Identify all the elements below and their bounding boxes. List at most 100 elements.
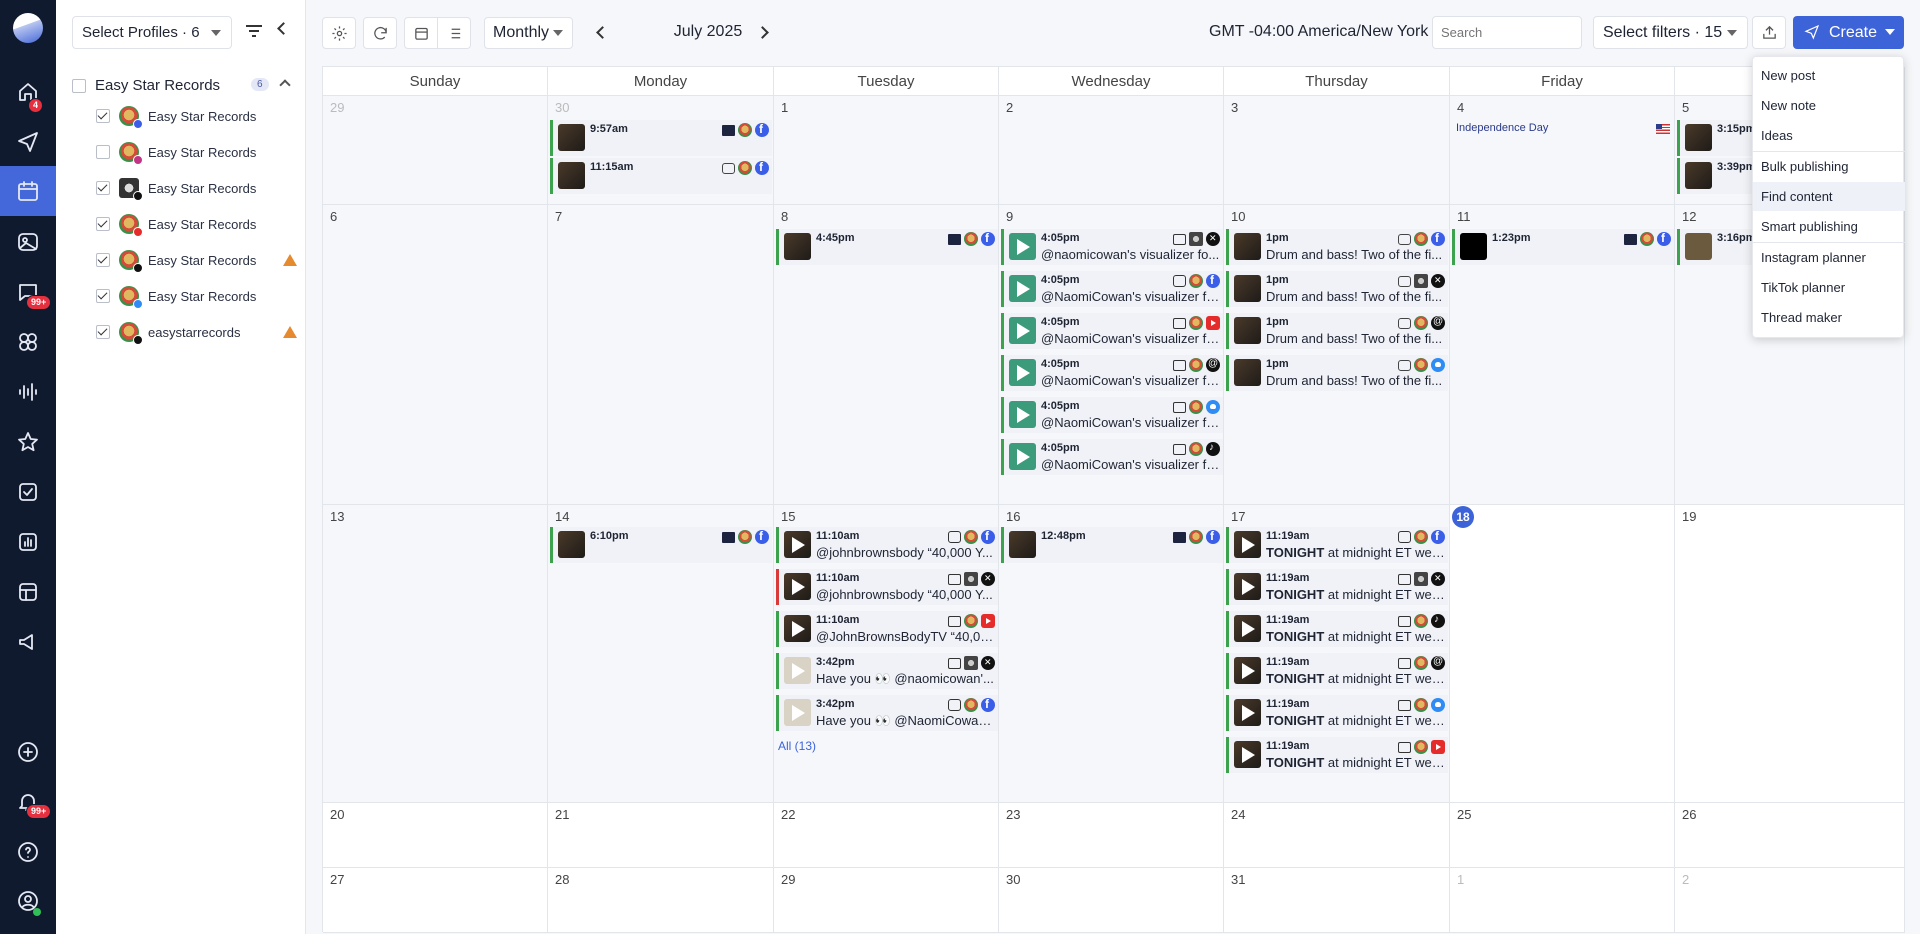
profile-row[interactable]: easystarrecords [56, 314, 306, 350]
calendar-view-button[interactable] [404, 17, 438, 49]
create-button[interactable]: Create [1793, 16, 1904, 49]
calendar-day-cell[interactable]: 28 [548, 868, 774, 933]
filters-dropdown[interactable]: Select filters · 15 [1593, 16, 1748, 49]
post-card[interactable]: 4:05pm @NaomiCowan's visualizer fo... [1001, 313, 1223, 349]
calendar-day-cell[interactable]: 29 [323, 96, 548, 205]
post-card[interactable]: 4:05pm @NaomiCowan's visualizer fo... [1001, 439, 1223, 475]
post-card[interactable]: 11:15am [550, 158, 772, 194]
menu-new-note[interactable]: New note [1753, 91, 1905, 120]
calendar-day-cell[interactable]: 1 [774, 96, 999, 205]
post-card[interactable]: 11:19am TONIGHT at midnight ET we re... [1226, 737, 1448, 773]
post-card[interactable]: 1pm Drum and bass! Two of the fi... [1226, 355, 1448, 391]
timezone-label[interactable]: GMT -04:00 America/New York [1209, 23, 1428, 41]
calendar-day-cell[interactable]: 16 12:48pm [999, 505, 1224, 803]
calendar-day-cell[interactable]: 1 [1450, 868, 1675, 933]
nav-notifications[interactable]: 99+ [0, 778, 56, 826]
export-button[interactable] [1752, 16, 1786, 49]
search-input[interactable] [1432, 16, 1582, 49]
filter-lines-icon[interactable] [246, 23, 264, 39]
calendar-day-cell[interactable]: 8 4:45pm [774, 205, 999, 505]
nav-inbox[interactable]: 99+ [0, 268, 56, 316]
profile-checkbox[interactable] [96, 289, 110, 303]
menu-smart-publishing[interactable]: Smart publishing [1753, 212, 1905, 241]
nav-add[interactable] [0, 728, 56, 776]
nav-layout[interactable] [0, 568, 56, 616]
calendar-day-cell[interactable]: 25 [1450, 803, 1675, 868]
menu-thread-maker[interactable]: Thread maker [1753, 303, 1905, 332]
post-card[interactable]: 11:19am TONIGHT at midnight ET we re... [1226, 611, 1448, 647]
calendar-day-cell[interactable]: 31 [1224, 868, 1450, 933]
calendar-day-cell[interactable]: 3 [1224, 96, 1450, 205]
nav-analytics[interactable] [0, 518, 56, 566]
post-card[interactable]: 4:05pm @NaomiCowan's visualizer fo... [1001, 397, 1223, 433]
post-card[interactable]: 4:05pm @NaomiCowan's visualizer fo... [1001, 271, 1223, 307]
calendar-day-cell[interactable]: 13 [323, 505, 548, 803]
post-card[interactable]: 1:23pm [1452, 229, 1674, 265]
refresh-button[interactable] [363, 17, 397, 49]
post-card[interactable]: 11:19am TONIGHT at midnight ET we re... [1226, 695, 1448, 731]
collapse-sidebar-icon[interactable] [277, 22, 290, 35]
post-card[interactable]: 11:10am @johnbrownsbody “40,000 Y... [776, 569, 998, 605]
post-card[interactable]: 4:05pm @NaomiCowan's visualizer fo... [1001, 355, 1223, 391]
nav-integrations[interactable] [0, 318, 56, 366]
previous-month-icon[interactable] [596, 26, 609, 39]
calendar-day-cell[interactable]: 4 Independence Day [1450, 96, 1675, 205]
nav-ads[interactable] [0, 618, 56, 666]
nav-listening[interactable] [0, 368, 56, 416]
show-all-posts-link[interactable]: All (13) [778, 739, 816, 753]
group-checkbox[interactable] [72, 79, 86, 93]
calendar-day-cell[interactable]: 10 1pm Drum and bass! Two of the fi... 1pm D… [1224, 205, 1450, 505]
profile-row[interactable]: Easy Star Records [56, 134, 306, 170]
post-card[interactable]: 9:57am [550, 120, 772, 156]
holiday-event[interactable]: Independence Day [1452, 119, 1674, 139]
menu-bulk-publishing[interactable]: Bulk publishing [1753, 152, 1905, 181]
menu-find-content[interactable]: Find content [1753, 182, 1905, 211]
post-card[interactable]: 3:42pm Have you 👀 @naomicowan'... [776, 653, 998, 689]
calendar-day-cell[interactable]: 6 [323, 205, 548, 505]
post-card[interactable]: 12:48pm [1001, 527, 1223, 563]
post-card[interactable]: 11:10am @JohnBrownsBodyTV “40,00... [776, 611, 998, 647]
nav-calendar[interactable] [0, 166, 56, 216]
nav-tasks[interactable] [0, 468, 56, 516]
calendar-day-cell[interactable]: 26 [1675, 803, 1905, 868]
menu-instagram-planner[interactable]: Instagram planner [1753, 243, 1905, 272]
calendar-day-cell[interactable]: 23 [999, 803, 1224, 868]
profile-checkbox[interactable] [96, 253, 110, 267]
post-card[interactable]: 6:10pm [550, 527, 772, 563]
profile-checkbox[interactable] [96, 145, 110, 159]
calendar-day-cell[interactable]: 7 [548, 205, 774, 505]
select-profiles-dropdown[interactable]: Select Profiles · 6 [72, 16, 232, 49]
profile-checkbox[interactable] [96, 217, 110, 231]
calendar-day-cell[interactable]: 94:05pm@naomicowan's visualizer fo...4:0… [999, 205, 1224, 505]
calendar-day-cell[interactable]: 30 9:57am 11:15am [548, 96, 774, 205]
menu-tiktok-planner[interactable]: TikTok planner [1753, 273, 1905, 302]
chevron-up-icon[interactable] [279, 79, 291, 91]
post-card[interactable]: 4:05pm @naomicowan's visualizer fo... [1001, 229, 1223, 265]
post-card[interactable]: 1pm Drum and bass! Two of the fi... [1226, 313, 1448, 349]
post-card[interactable]: 11:19am TONIGHT at midnight ET we re... [1226, 569, 1448, 605]
profile-row[interactable]: Easy Star Records [56, 206, 306, 242]
post-card[interactable]: 11:10am @johnbrownsbody “40,000 Y... [776, 527, 998, 563]
post-card[interactable]: 11:19am TONIGHT at midnight ET we re... [1226, 527, 1448, 563]
menu-ideas[interactable]: Ideas [1753, 121, 1905, 150]
profile-checkbox[interactable] [96, 109, 110, 123]
profile-checkbox[interactable] [96, 325, 110, 339]
nav-help[interactable] [0, 828, 56, 876]
nav-account[interactable] [0, 877, 56, 925]
profile-row[interactable]: Easy Star Records [56, 170, 306, 206]
calendar-day-cell[interactable]: 20 [323, 803, 548, 868]
post-card[interactable]: 4:45pm [776, 229, 998, 265]
nav-publish[interactable] [0, 118, 56, 166]
nav-favorites[interactable] [0, 418, 56, 466]
calendar-day-cell[interactable]: 19 [1675, 505, 1905, 803]
calendar-day-cell[interactable]: 27 [323, 868, 548, 933]
menu-new-post[interactable]: New post [1753, 61, 1905, 90]
calendar-day-cell[interactable]: 24 [1224, 803, 1450, 868]
calendar-day-cell[interactable]: 18 [1450, 505, 1675, 803]
post-card[interactable]: 1pm Drum and bass! Two of the fi... [1226, 229, 1448, 265]
profile-row[interactable]: Easy Star Records [56, 278, 306, 314]
profile-checkbox[interactable] [96, 181, 110, 195]
post-card[interactable]: 1pm Drum and bass! Two of the fi... [1226, 271, 1448, 307]
calendar-day-cell[interactable]: 30 [999, 868, 1224, 933]
calendar-day-cell[interactable]: 22 [774, 803, 999, 868]
